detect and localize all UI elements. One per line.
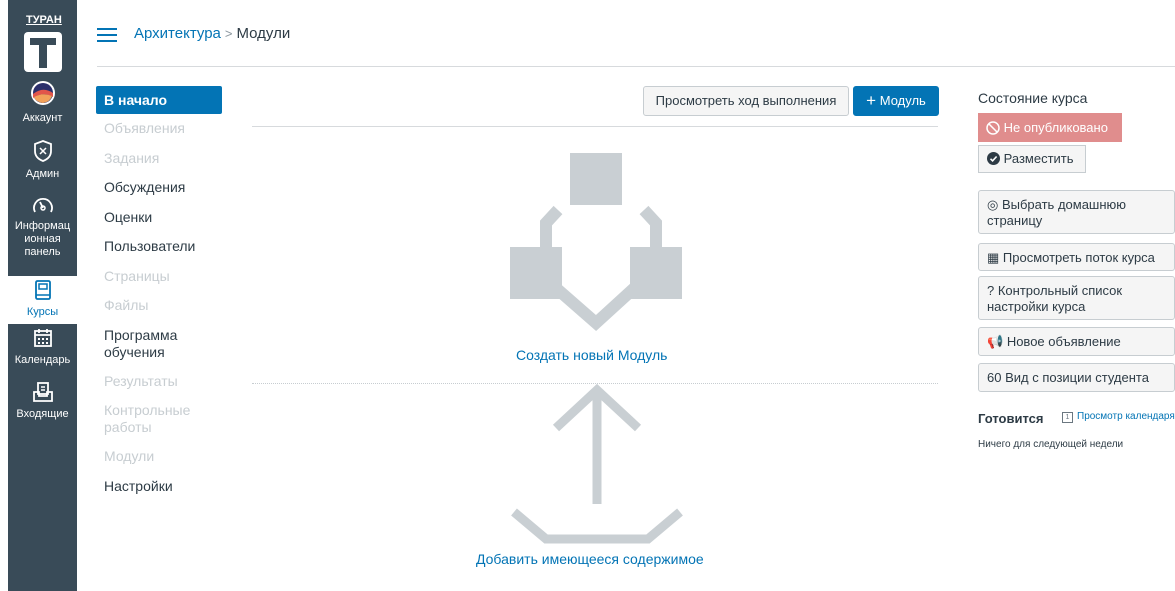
choose-home-page-label-line1: Выбрать домашнюю (1001, 197, 1127, 212)
course-nav-pages-label: Страницы (104, 267, 170, 284)
view-progress-label: Просмотреть ход выполнения (655, 93, 837, 108)
coming-up-title: Готовится (978, 411, 1044, 426)
course-nav-outcomes-label: Результаты (104, 372, 178, 389)
view-calendar-label: Просмотр календаря (1077, 411, 1175, 422)
course-nav-settings[interactable]: Настройки (96, 472, 226, 502)
account-avatar-icon (8, 80, 77, 110)
course-nav-assignments-label: Задания (104, 149, 160, 166)
nav-dashboard[interactable]: Информац ионная панель (8, 196, 77, 259)
content-divider-top (252, 126, 938, 127)
global-navigation: ТУРАН Аккаунт Админ Информац ионная пане… (8, 0, 77, 591)
breadcrumb-current-page: Модули (236, 25, 291, 42)
course-nav-grades-label: Оценки (104, 208, 153, 225)
publish-label: Разместить (1003, 151, 1074, 166)
nav-account[interactable]: Аккаунт (8, 80, 77, 125)
new-announcement-label: Новое объявление (1006, 334, 1121, 349)
university-logo[interactable]: ТУРАН (20, 8, 66, 74)
course-nav-discussions[interactable]: Обсуждения (96, 173, 226, 203)
course-navigation: В начало Объявления Задания Обсуждения О… (96, 86, 226, 501)
check-circle-icon (987, 148, 1000, 174)
course-setup-checklist-label-line1: Контрольный список (997, 283, 1123, 298)
course-nav-syllabus-label-line1: Программа (104, 326, 178, 343)
course-nav-files-label: Файлы (104, 297, 149, 313)
unpublished-label: Не опубликовано (1003, 120, 1108, 135)
course-nav-home[interactable]: В начало (96, 86, 222, 114)
new-announcement-button[interactable]: 📢 Новое объявление (978, 327, 1175, 356)
add-module-button[interactable]: + Модуль (853, 86, 939, 116)
breadcrumb-course-link[interactable]: Архитектура (134, 25, 221, 42)
course-nav-people-label: Пользователи (104, 238, 196, 254)
prohibited-icon (986, 116, 1000, 145)
course-nav-modules-label: Модули (104, 448, 155, 464)
view-calendar-link[interactable]: 1 Просмотр календаря (1062, 411, 1175, 423)
course-nav-people[interactable]: Пользователи (96, 232, 226, 262)
add-existing-content-illustration (511, 384, 683, 544)
stream-icon: ▦ (987, 250, 1000, 265)
nav-inbox[interactable]: Входящие (8, 382, 77, 421)
create-new-module-link[interactable]: Создать новый Модуль (516, 347, 667, 363)
calendar-icon (8, 328, 77, 352)
courses-book-icon (8, 280, 77, 304)
course-nav-discussions-label: Обсуждения (104, 179, 186, 195)
add-module-label: Модуль (879, 93, 926, 108)
shield-icon (8, 140, 77, 166)
nav-courses[interactable]: Курсы (8, 276, 77, 324)
course-nav-announcements[interactable]: Объявления (96, 114, 226, 144)
course-setup-checklist-button[interactable]: ? Контрольный список настройки курса (978, 276, 1175, 320)
course-nav-quizzes-label-line1: Контрольные (104, 402, 191, 418)
nothing-next-week-text: Ничего для следующей недели (978, 439, 1124, 450)
page-header: Архитектура > Модули (97, 0, 1175, 67)
course-nav-pages[interactable]: Страницы (96, 262, 226, 292)
nav-admin[interactable]: Админ (8, 140, 77, 181)
course-setup-checklist-label-line2: настройки курса (987, 299, 1086, 314)
add-existing-content-link[interactable]: Добавить имеющееся содержимое (476, 551, 704, 567)
course-nav-grades[interactable]: Оценки (96, 203, 226, 233)
question-circle-icon: ? (987, 283, 995, 298)
course-nav-files[interactable]: Файлы (96, 291, 226, 321)
nav-account-label: Аккаунт (22, 112, 63, 124)
nav-admin-label: Админ (25, 168, 60, 180)
course-nav-assignments[interactable]: Задания (96, 144, 226, 174)
choose-home-page-button[interactable]: ◎ Выбрать домашнюю страницу (978, 190, 1175, 234)
view-course-stream-label: Просмотреть поток курса (1002, 250, 1155, 265)
announcement-megaphone-icon: 📢 (987, 334, 1004, 349)
nav-inbox-label: Входящие (16, 408, 69, 420)
plus-icon: + (866, 91, 877, 110)
breadcrumb: Архитектура > Модули (134, 25, 290, 42)
nav-dashboard-label-line3: панель (24, 246, 61, 258)
view-course-stream-button[interactable]: ▦ Просмотреть поток курса (978, 243, 1175, 271)
calendar-small-icon: 1 (1062, 412, 1073, 423)
dashboard-gauge-icon (8, 196, 77, 218)
nav-calendar[interactable]: Календарь (8, 328, 77, 367)
view-progress-button[interactable]: Просмотреть ход выполнения (643, 86, 849, 116)
student-view-button[interactable]: 60 Вид с позиции студента (978, 363, 1175, 392)
course-nav-syllabus-label-line2: обучения (104, 343, 165, 360)
course-nav-announcements-label: Объявления (104, 120, 185, 136)
student-view-glasses-icon: 60 (987, 370, 1002, 385)
breadcrumb-separator: > (224, 26, 233, 41)
course-nav-modules[interactable]: Модули (96, 442, 226, 472)
course-nav-syllabus[interactable]: Программа обучения (96, 321, 226, 367)
target-icon: ◎ (987, 197, 999, 212)
course-nav-outcomes[interactable]: Результаты (96, 367, 226, 397)
nav-dashboard-label-line2: ионная (24, 233, 61, 245)
create-module-illustration (510, 153, 682, 332)
course-nav-quizzes-label-line2: работы (104, 419, 152, 435)
publish-button[interactable]: Разместить (978, 145, 1086, 173)
unpublished-button[interactable]: Не опубликовано (978, 113, 1122, 142)
nav-calendar-label: Календарь (14, 354, 71, 366)
hamburger-menu-icon[interactable] (97, 28, 117, 42)
course-nav-settings-label: Настройки (104, 477, 173, 494)
student-view-label: Вид с позиции студента (1005, 370, 1149, 385)
choose-home-page-label-line2: страницу (987, 213, 1043, 228)
nav-courses-label: Курсы (26, 306, 59, 318)
course-status-title: Состояние курса (978, 90, 1088, 106)
course-nav-home-label: В начало (104, 92, 168, 108)
course-nav-quizzes[interactable]: Контрольные работы (96, 396, 226, 442)
inbox-icon (8, 382, 77, 406)
logo-text: ТУРАН (26, 14, 62, 26)
nav-dashboard-label-line1: Информац (14, 220, 71, 232)
